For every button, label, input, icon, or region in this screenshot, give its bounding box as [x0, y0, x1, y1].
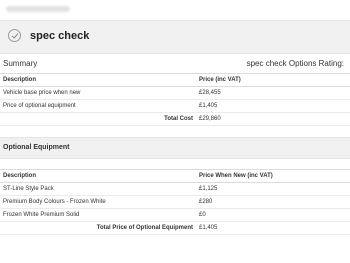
total-equipment-value: £1,405: [199, 225, 218, 231]
row-description: Premium Body Colours - Frozen White: [3, 199, 106, 205]
table-row: ST-Line Style Pack £1,125: [0, 183, 350, 196]
total-row: Total Cost £29,860: [0, 113, 350, 126]
row-price: £1,125: [199, 186, 218, 192]
column-header-description: Description: [3, 173, 37, 179]
total-cost-value: £29,860: [199, 116, 221, 122]
row-description: Vehicle base price when new: [3, 90, 81, 96]
table-row: Vehicle base price when new £28,455: [0, 87, 350, 100]
optional-equipment-bar: Optional Equipment: [0, 137, 350, 159]
total-cost-label: Total Cost: [164, 116, 193, 122]
column-header-price: Price When New (inc VAT): [199, 173, 273, 179]
summary-label: Summary: [3, 59, 38, 68]
row-price: £280: [199, 199, 213, 205]
section-title: Optional Equipment: [3, 144, 70, 151]
total-row: Total Price of Optional Equipment £1,405: [0, 222, 350, 235]
row-description: Frozen White Premium Solid: [3, 212, 80, 218]
table-row: Price of optional equipment £1,405: [0, 100, 350, 113]
check-circle-icon: [8, 29, 21, 42]
top-bar: [0, 0, 350, 18]
blurred-nav-text: [6, 6, 70, 12]
table-header-row: Description Price (inc VAT): [0, 73, 350, 87]
row-description: ST-Line Style Pack: [3, 186, 54, 192]
spec-check-header: spec check: [0, 20, 350, 54]
row-price: £28,455: [199, 90, 221, 96]
optional-equipment-table: Description Price When New (inc VAT) ST-…: [0, 169, 350, 235]
page-title: spec check: [30, 30, 90, 42]
options-rating-label: spec check Options Rating:: [246, 59, 344, 68]
row-price: £0: [199, 212, 206, 218]
summary-table: Description Price (inc VAT) Vehicle base…: [0, 73, 350, 126]
column-header-price: Price (inc VAT): [199, 77, 241, 83]
row-price: £1,405: [199, 103, 218, 109]
table-header-row: Description Price When New (inc VAT): [0, 169, 350, 183]
table-row: Frozen White Premium Solid £0: [0, 209, 350, 222]
row-description: Price of optional equipment: [3, 103, 76, 109]
column-header-description: Description: [3, 77, 37, 83]
table-row: Premium Body Colours - Frozen White £280: [0, 196, 350, 209]
total-equipment-label: Total Price of Optional Equipment: [96, 225, 193, 231]
